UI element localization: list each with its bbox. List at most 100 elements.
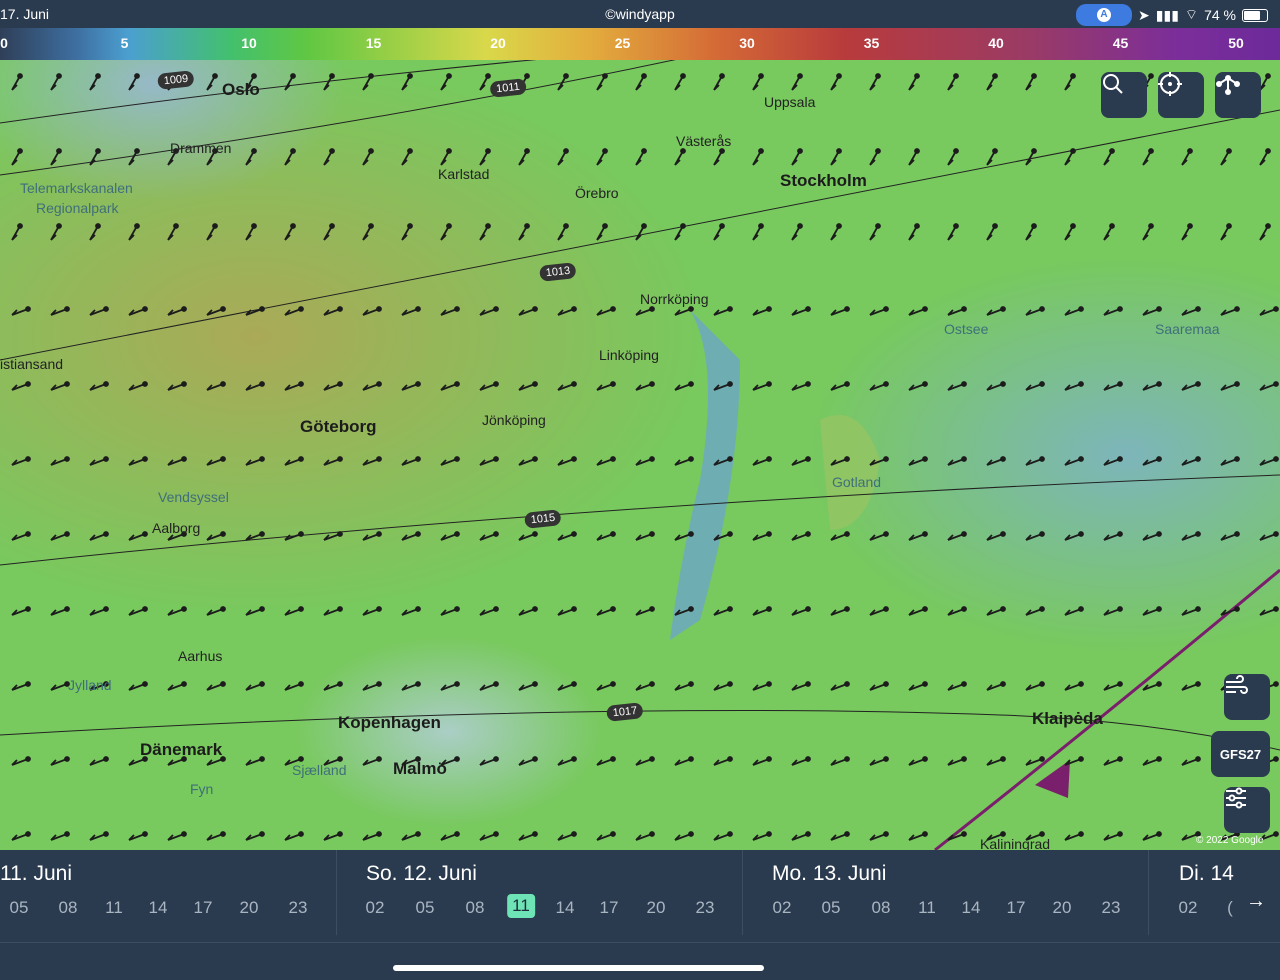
timeline-hour[interactable]: ( bbox=[1227, 898, 1233, 918]
wind-barb-dot bbox=[1117, 456, 1123, 462]
city-label[interactable]: Kopenhagen bbox=[338, 713, 441, 733]
wind-barb-dot bbox=[181, 306, 187, 312]
city-label[interactable]: Göteborg bbox=[300, 417, 377, 437]
route-button[interactable] bbox=[1215, 72, 1261, 118]
timeline-hour[interactable]: 05 bbox=[822, 898, 841, 918]
status-bar: 17. Juni ©windyapp A ➤ ▮▮▮ ⌔ 74 % bbox=[0, 0, 1280, 28]
city-label[interactable]: Gotland bbox=[832, 474, 881, 490]
city-label[interactable]: Ostsee bbox=[944, 321, 988, 337]
city-label[interactable]: Norrköping bbox=[640, 291, 708, 307]
city-label[interactable]: Stockholm bbox=[780, 171, 867, 191]
wind-map[interactable]: Oslo Drammen Telemarkskanalen Regionalpark K… bbox=[0, 60, 1280, 850]
timeline-hour[interactable]: 17 bbox=[1007, 898, 1026, 918]
wind-barb-dot bbox=[1078, 381, 1084, 387]
wind-barb-dot bbox=[251, 73, 257, 79]
city-label[interactable]: Jönköping bbox=[482, 412, 546, 428]
wind-barb-dot bbox=[56, 73, 62, 79]
timeline-hour[interactable]: 08 bbox=[872, 898, 891, 918]
timeline-hour[interactable]: 02 bbox=[366, 898, 385, 918]
wind-barb-dot bbox=[727, 756, 733, 762]
timeline-hour[interactable]: 08 bbox=[59, 898, 78, 918]
wind-barb-dot bbox=[610, 681, 616, 687]
city-label[interactable]: Fyn bbox=[190, 781, 213, 797]
wind-barb-dot bbox=[1031, 223, 1037, 229]
city-label[interactable]: Västerås bbox=[676, 133, 731, 149]
timeline-hour[interactable]: 05 bbox=[416, 898, 435, 918]
timeline-hour[interactable]: 20 bbox=[647, 898, 666, 918]
timeline-hour-selected[interactable]: 11 bbox=[507, 894, 535, 918]
wind-barb-dot bbox=[961, 456, 967, 462]
timeline-hour[interactable]: 23 bbox=[696, 898, 715, 918]
timeline-hour[interactable]: 11 bbox=[105, 898, 123, 918]
city-label[interactable]: Jylland bbox=[68, 677, 112, 693]
city-label[interactable]: Aalborg bbox=[152, 520, 200, 536]
wind-barb-dot bbox=[446, 223, 452, 229]
timeline-hour[interactable]: 14 bbox=[149, 898, 168, 918]
wind-barb-dot bbox=[1078, 456, 1084, 462]
wind-barb-dot bbox=[805, 831, 811, 837]
locate-button[interactable] bbox=[1158, 72, 1204, 118]
timeline-hour[interactable]: 17 bbox=[600, 898, 619, 918]
timeline-hour[interactable]: 17 bbox=[194, 898, 213, 918]
timeline-hour[interactable]: 20 bbox=[240, 898, 259, 918]
wind-layer-button[interactable] bbox=[1224, 674, 1270, 720]
scale-label: 35 bbox=[863, 35, 880, 51]
wind-barb-dot bbox=[961, 681, 967, 687]
timeline-hour[interactable]: 23 bbox=[289, 898, 308, 918]
city-label[interactable]: Sjælland bbox=[292, 762, 346, 778]
city-label[interactable]: Saaremaa bbox=[1155, 321, 1220, 337]
timeline-hour[interactable]: 20 bbox=[1053, 898, 1072, 918]
wind-barb-dot bbox=[25, 606, 31, 612]
city-label[interactable]: Vendsyssel bbox=[158, 489, 229, 505]
timeline-hour[interactable]: 02 bbox=[773, 898, 792, 918]
timeline-hour[interactable]: 14 bbox=[962, 898, 981, 918]
city-label[interactable]: Karlstad bbox=[438, 166, 489, 182]
timeline-hour[interactable]: 08 bbox=[466, 898, 485, 918]
wind-barb-dot bbox=[992, 73, 998, 79]
city-label[interactable]: Drammen bbox=[170, 140, 231, 156]
timeline[interactable]: 11. Juni So. 12. Juni Mo. 13. Juni Di. 14 0… bbox=[0, 850, 1280, 980]
city-label[interactable]: Oslo bbox=[222, 80, 260, 100]
wind-barb-dot bbox=[103, 756, 109, 762]
wind-barb-dot bbox=[1234, 531, 1240, 537]
city-label[interactable]: Klaipėda bbox=[1032, 709, 1103, 729]
forecast-model-button[interactable]: GFS27 bbox=[1211, 731, 1270, 777]
filter-button[interactable] bbox=[1224, 787, 1270, 833]
wind-barb-dot bbox=[1273, 381, 1279, 387]
wind-barb-dot bbox=[368, 148, 374, 154]
wind-barb-dot bbox=[56, 223, 62, 229]
wind-barb-dot bbox=[376, 456, 382, 462]
timeline-hour[interactable]: 11 bbox=[918, 898, 936, 918]
wind-barb-dot bbox=[1234, 306, 1240, 312]
city-label[interactable]: Linköping bbox=[599, 347, 659, 363]
wind-barb-dot bbox=[485, 148, 491, 154]
timeline-hour[interactable]: 05 bbox=[10, 898, 29, 918]
wind-barb-dot bbox=[1195, 606, 1201, 612]
wind-barb-dot bbox=[1117, 531, 1123, 537]
wind-barb-dot bbox=[883, 456, 889, 462]
wind-barb-dot bbox=[220, 456, 226, 462]
wind-barb-dot bbox=[173, 223, 179, 229]
wind-barb-dot bbox=[17, 73, 23, 79]
city-label[interactable]: Kaliningrad bbox=[980, 836, 1050, 850]
wind-barb-dot bbox=[298, 456, 304, 462]
wind-barb-dot bbox=[142, 306, 148, 312]
city-label[interactable]: Regionalpark bbox=[36, 200, 119, 216]
city-label[interactable]: Aarhus bbox=[178, 648, 222, 664]
timeline-hour[interactable]: 02 bbox=[1179, 898, 1198, 918]
wind-barb-dot bbox=[532, 756, 538, 762]
day-divider bbox=[742, 850, 743, 935]
search-button[interactable] bbox=[1101, 72, 1147, 118]
city-label[interactable]: istiansand bbox=[0, 356, 63, 372]
arrow-right-icon[interactable]: → bbox=[1246, 890, 1266, 913]
city-label[interactable]: Örebro bbox=[575, 185, 619, 201]
navigation-pill: A bbox=[1076, 4, 1133, 26]
timeline-hour[interactable]: 23 bbox=[1102, 898, 1121, 918]
city-label[interactable]: Malmö bbox=[393, 759, 447, 779]
city-label[interactable]: Uppsala bbox=[764, 94, 815, 110]
scale-label: 15 bbox=[365, 35, 382, 51]
timeline-hour[interactable]: 14 bbox=[556, 898, 575, 918]
city-label[interactable]: Dänemark bbox=[140, 740, 222, 760]
wind-barb-dot bbox=[649, 831, 655, 837]
city-label[interactable]: Telemarkskanalen bbox=[20, 180, 133, 196]
